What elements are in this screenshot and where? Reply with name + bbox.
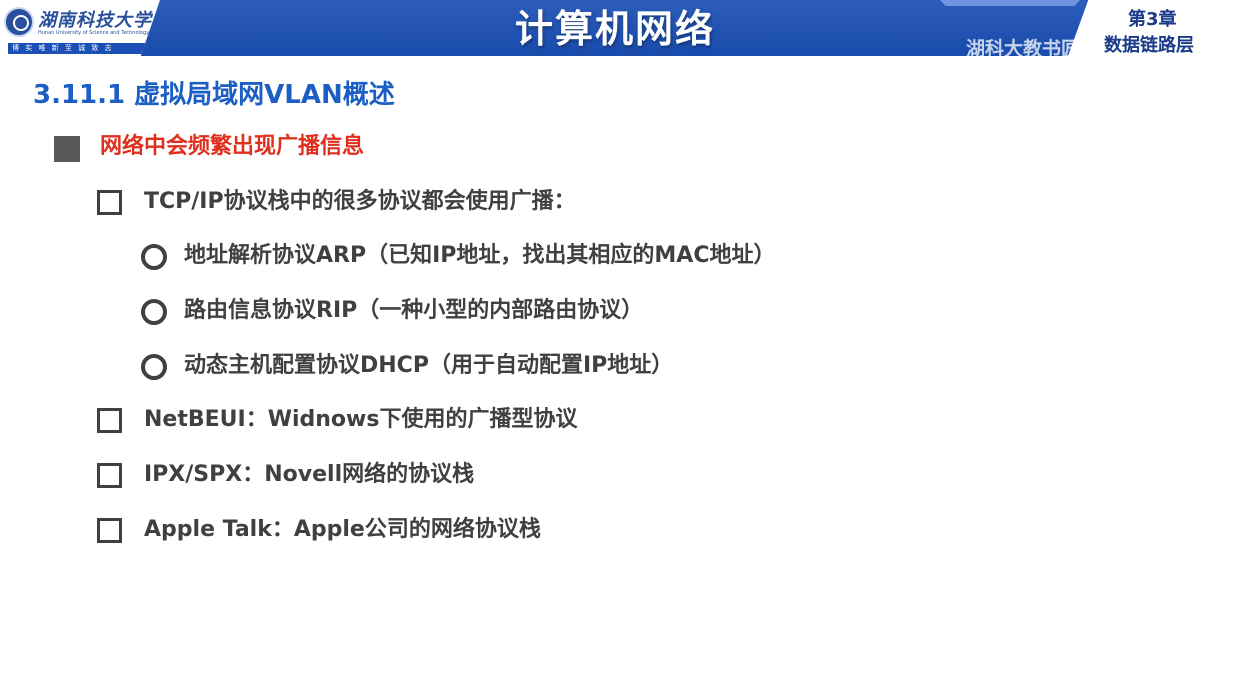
hollow-circle-bullet-icon xyxy=(141,299,167,325)
filled-square-bullet-icon xyxy=(54,136,80,162)
hollow-square-bullet-icon xyxy=(97,408,122,433)
university-logo: 湖南科技大学 Hunan University of Science and T… xyxy=(0,0,160,56)
logo-text-en: Hunan University of Science and Technolo… xyxy=(38,30,150,36)
list-item-text: Apple Talk：Apple公司的网络协议栈 xyxy=(144,517,541,542)
university-emblem-icon xyxy=(4,7,34,37)
sub-list-item-text: 路由信息协议RIP（一种小型的内部路由协议） xyxy=(184,298,644,323)
hollow-square-bullet-icon xyxy=(97,463,122,488)
section-title: 3.11.1 虚拟局域网VLAN概述 xyxy=(33,80,395,110)
chapter-number: 第3章 xyxy=(1128,9,1177,30)
chapter-name: 数据链路层 xyxy=(1104,35,1194,56)
sub-list-item-text: 动态主机配置协议DHCP（用于自动配置IP地址） xyxy=(184,353,674,378)
header-accent-stripe xyxy=(940,0,1080,6)
logo-text-cn: 湖南科技大学 xyxy=(38,10,152,31)
hollow-circle-bullet-icon xyxy=(141,354,167,380)
hollow-square-bullet-icon xyxy=(97,518,122,543)
watermark: 湖科大教书匠 xyxy=(966,38,1081,56)
list-item-text: TCP/IP协议栈中的很多协议都会使用广播： xyxy=(144,189,576,214)
slide-header: 湖南科技大学 Hunan University of Science and T… xyxy=(0,0,1237,56)
sub-list-item-text: 地址解析协议ARP（已知IP地址，找出其相应的MAC地址） xyxy=(184,243,776,268)
main-point-text: 网络中会频繁出现广播信息 xyxy=(100,134,365,159)
list-item-text: NetBEUI：Widnows下使用的广播型协议 xyxy=(144,407,578,432)
hollow-square-bullet-icon xyxy=(97,190,122,215)
logo-motto: 博 实 唯 新 至 诚 致 志 xyxy=(8,43,148,54)
list-item-text: IPX/SPX：Novell网络的协议栈 xyxy=(144,462,475,487)
course-title: 计算机网络 xyxy=(514,7,715,51)
hollow-circle-bullet-icon xyxy=(141,244,167,270)
